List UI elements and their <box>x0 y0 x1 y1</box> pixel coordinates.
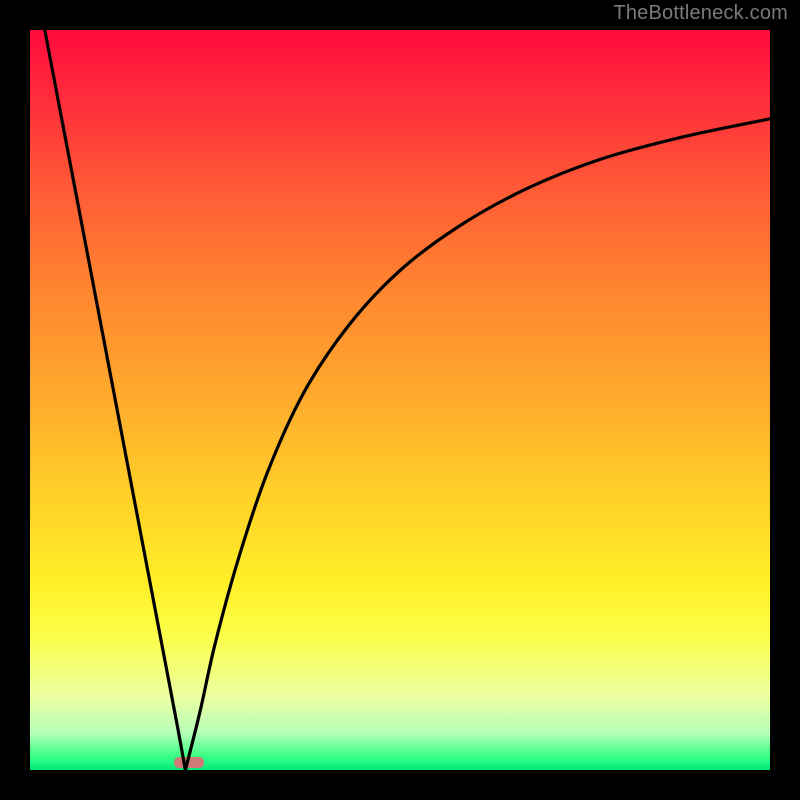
curve-svg <box>30 30 770 770</box>
chart-frame: TheBottleneck.com <box>0 0 800 800</box>
curve-left-branch <box>45 30 186 770</box>
curve-right-branch <box>185 119 770 770</box>
watermark-text: TheBottleneck.com <box>613 2 788 25</box>
plot-area <box>30 30 770 770</box>
